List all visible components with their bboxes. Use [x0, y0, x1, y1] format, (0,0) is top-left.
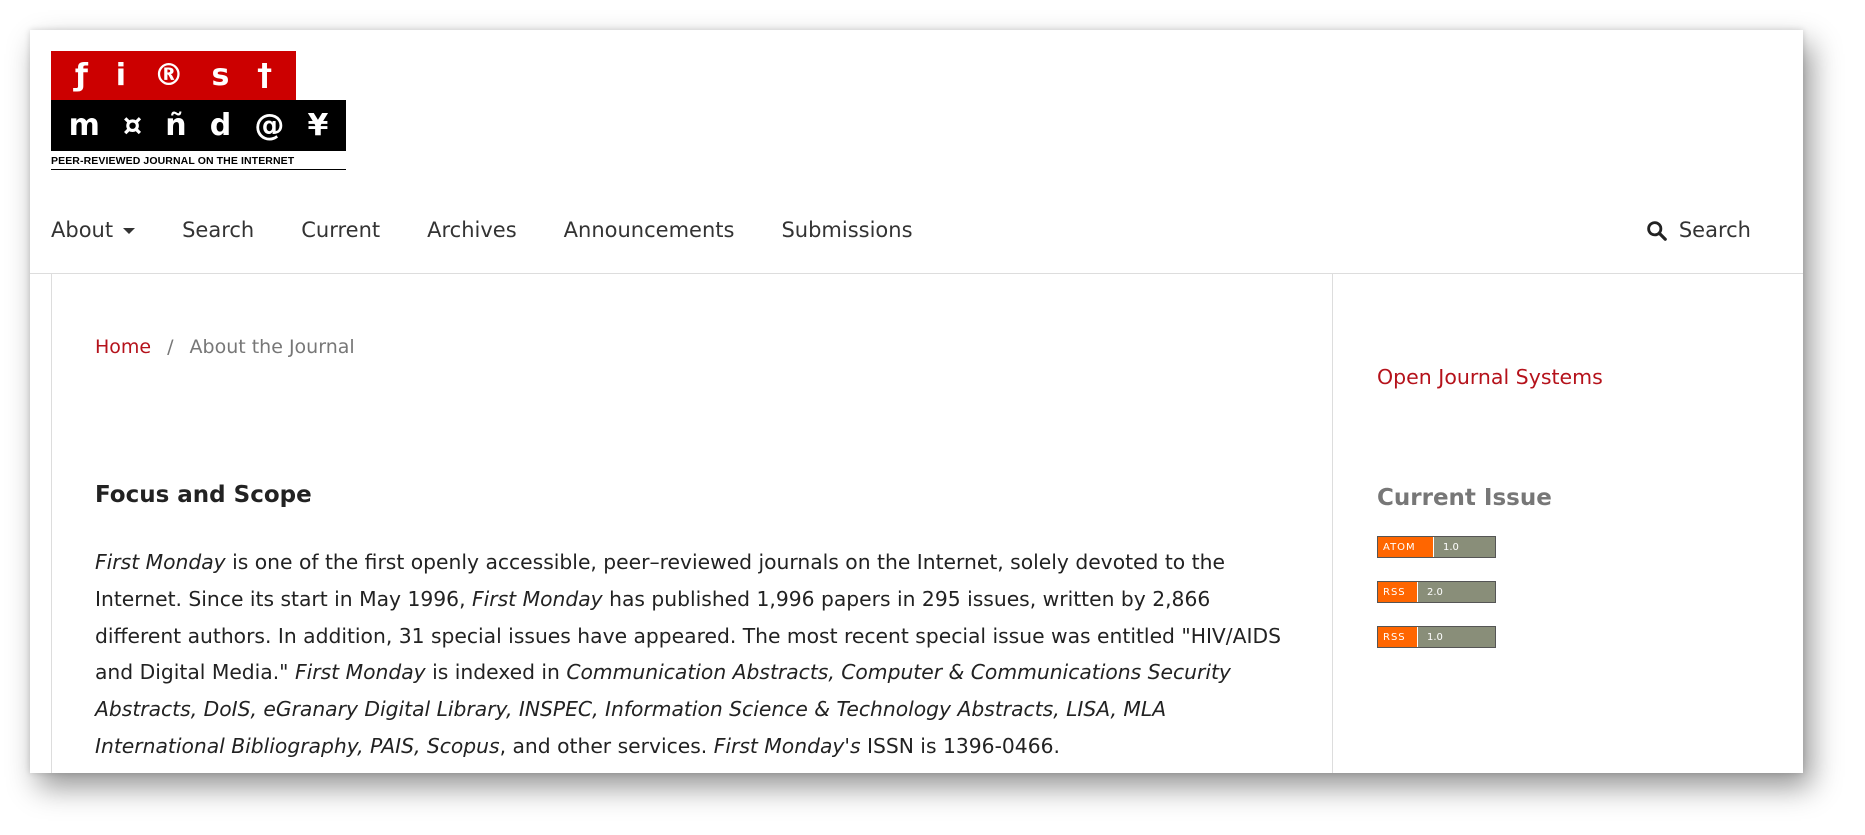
logo-tagline: PEER-REVIEWED JOURNAL ON THE INTERNET	[51, 155, 346, 170]
feed-list: ATOM 1.0 RSS 2.0 RSS 1.0	[1377, 536, 1496, 671]
logo-glyph: @	[254, 107, 285, 143]
journal-name-possessive: First Monday's	[713, 733, 861, 758]
feed-version: 1.0	[1434, 537, 1495, 557]
nav-item-current[interactable]: Current	[301, 218, 380, 242]
logo-row-monday: m ¤ ñ d @ ¥	[51, 100, 346, 151]
logo-glyph: ¤	[122, 107, 143, 143]
section-title: Focus and Scope	[95, 482, 312, 508]
logo-glyph: s	[211, 57, 230, 93]
logo-glyph: ñ	[165, 107, 187, 143]
current-issue-title: Current Issue	[1377, 485, 1552, 511]
nav-item-label: About	[51, 218, 114, 242]
logo-glyph: d	[209, 107, 232, 143]
feed-format: RSS	[1378, 627, 1418, 647]
nav-item-label: Search	[182, 218, 255, 242]
breadcrumb-separator: /	[167, 336, 174, 358]
logo-glyph: †	[257, 57, 273, 93]
breadcrumb-current: About the Journal	[189, 336, 355, 358]
nav-item-label: Archives	[427, 218, 517, 242]
nav-item-label: Current	[301, 218, 381, 242]
rss2-feed-badge[interactable]: RSS 2.0	[1377, 581, 1496, 603]
logo-glyph: ¥	[307, 107, 329, 143]
nav-item-label: Submissions	[781, 218, 913, 242]
logo-glyph: ƒ	[74, 57, 88, 93]
nav-item-archives[interactable]: Archives	[427, 218, 517, 242]
header-search-button[interactable]: Search	[1646, 202, 1751, 258]
main-content: Home / About the Journal Focus and Scope…	[51, 274, 1333, 773]
nav-item-about[interactable]: About	[51, 218, 136, 242]
nav-item-announcements[interactable]: Announcements	[564, 218, 735, 242]
nav-item-search[interactable]: Search	[182, 218, 254, 242]
journal-name: First Monday	[294, 660, 426, 685]
feed-format: RSS	[1378, 582, 1418, 602]
scope-text: ISSN is 1396-0466.	[860, 733, 1060, 758]
scope-text: , and other services.	[499, 733, 714, 758]
logo-glyph: ®	[153, 57, 184, 93]
browser-page: ƒ i ® s † m ¤ ñ d @ ¥ PEER-REVIEWED JOUR…	[30, 30, 1803, 773]
journal-logo[interactable]: ƒ i ® s † m ¤ ñ d @ ¥ PEER-REVIEWED JOUR…	[51, 51, 346, 170]
caret-down-icon	[123, 228, 136, 234]
rss1-feed-badge[interactable]: RSS 1.0	[1377, 626, 1496, 648]
focus-scope-paragraph: First Monday is one of the first openly …	[95, 544, 1285, 765]
journal-name: First Monday	[471, 586, 603, 611]
breadcrumb: Home / About the Journal	[95, 336, 355, 358]
logo-glyph: m	[68, 107, 100, 143]
primary-nav: About Search Current Archives Announceme…	[30, 202, 1803, 274]
nav-item-label: Announcements	[563, 218, 735, 242]
journal-name: First Monday	[95, 550, 226, 574]
feed-format: ATOM	[1378, 537, 1434, 557]
feed-version: 2.0	[1418, 582, 1495, 602]
search-icon	[1647, 220, 1667, 241]
header-search-label: Search	[1678, 218, 1751, 242]
logo-glyph: i	[115, 57, 126, 93]
scope-text: is indexed in	[425, 660, 567, 685]
open-journal-systems-link[interactable]: Open Journal Systems	[1377, 365, 1603, 389]
logo-row-first: ƒ i ® s †	[51, 51, 296, 100]
feed-version: 1.0	[1418, 627, 1495, 647]
nav-item-submissions[interactable]: Submissions	[781, 218, 912, 242]
nav-items: About Search Current Archives Announceme…	[51, 202, 960, 258]
atom-feed-badge[interactable]: ATOM 1.0	[1377, 536, 1496, 558]
breadcrumb-home-link[interactable]: Home	[95, 336, 151, 358]
